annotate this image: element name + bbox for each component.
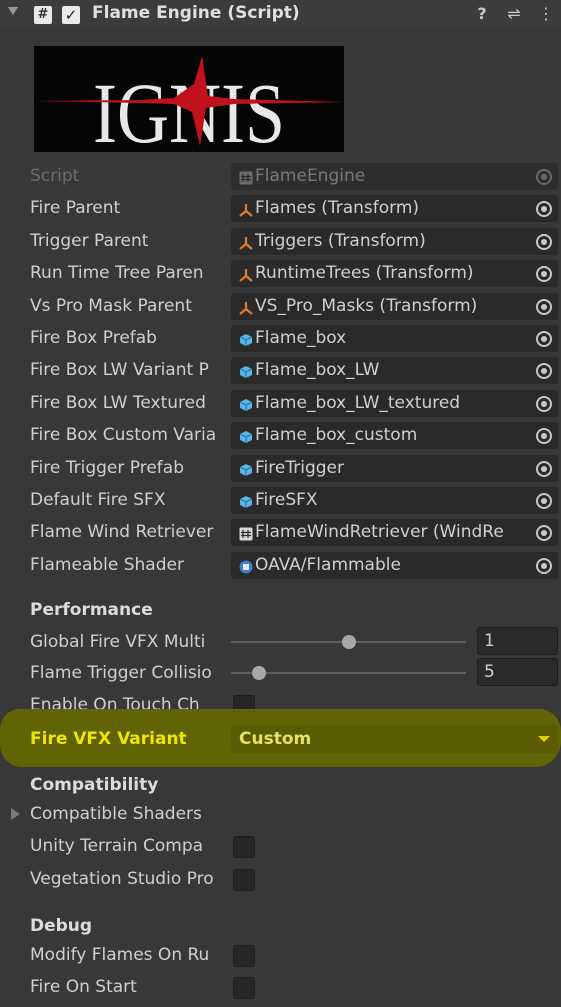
transform-icon (239, 202, 253, 217)
unity-terrain-label: Unity Terrain Compa (30, 836, 204, 856)
compatible-shaders-foldout[interactable]: Compatible Shaders (30, 801, 229, 828)
object-picker-icon (530, 163, 558, 190)
unity-terrain-checkbox[interactable] (233, 836, 255, 858)
flame-trigger-collision-value[interactable]: 5 (477, 658, 558, 686)
property-label: Default Fire SFX (30, 490, 166, 510)
ignis-logo: IGNIS (34, 46, 344, 161)
prefab-icon (239, 397, 253, 411)
global-fire-vfx-label: Global Fire VFX Multi (30, 632, 206, 652)
object-field[interactable]: VS_Pro_Masks (Transform) (231, 293, 558, 320)
vegetation-studio-label: Vegetation Studio Pro (30, 869, 214, 889)
object-field-value: FlameEngine (255, 166, 366, 186)
fire-vfx-variant-value: Custom (239, 729, 312, 749)
fire-on-start-label: Fire On Start (30, 977, 137, 997)
object-picker-icon[interactable] (530, 228, 558, 255)
object-picker-icon[interactable] (530, 293, 558, 320)
object-field-value: FireSFX (255, 490, 318, 510)
preset-settings-icon[interactable]: ⇌ (505, 4, 523, 24)
object-field[interactable]: OAVA/Flammable (231, 552, 558, 579)
object-field[interactable]: Flame_box_custom (231, 422, 558, 449)
compatible-shaders-foldout-icon[interactable] (11, 808, 20, 820)
logo-graphic: IGNIS (34, 56, 344, 161)
property-label: Fire Box Prefab (30, 328, 157, 348)
object-field[interactable]: Triggers (Transform) (231, 228, 558, 255)
vegetation-studio-checkbox[interactable] (233, 869, 255, 891)
property-label: Script (30, 166, 80, 186)
object-field[interactable]: Flame_box_LW (231, 357, 558, 384)
foldout-arrow-icon[interactable] (8, 7, 18, 15)
object-picker-icon[interactable] (530, 260, 558, 287)
object-field[interactable]: Flames (Transform) (231, 195, 558, 222)
script-icon (239, 526, 253, 541)
transform-icon (239, 267, 253, 282)
object-picker-icon[interactable] (530, 519, 558, 546)
object-field: FlameEngine (231, 163, 558, 190)
property-label: Flame Wind Retriever (30, 522, 214, 542)
transform-icon (239, 235, 253, 250)
compatibility-header: Compatibility (30, 775, 159, 795)
object-field-value: Flame_box (255, 328, 347, 348)
object-field[interactable]: Flame_box (231, 325, 558, 352)
prefab-icon (239, 462, 253, 476)
fire-vfx-variant-dropdown[interactable]: Custom (231, 725, 558, 753)
object-field-value: OAVA/Flammable (255, 555, 401, 575)
object-field-value: VS_Pro_Masks (Transform) (255, 296, 478, 316)
flame-trigger-collision-label: Flame Trigger Collisio (30, 663, 212, 683)
enabled-checkbox[interactable]: ✓ (62, 6, 80, 24)
object-field-value: FlameWindRetriever (WindRe (255, 522, 504, 542)
object-field-value: Flame_box_LW (255, 360, 380, 380)
global-fire-vfx-slider-handle[interactable] (342, 635, 356, 649)
property-label: Fire Box LW Textured (30, 393, 206, 413)
flame-trigger-collision-slider-track[interactable] (231, 672, 466, 674)
object-picker-icon[interactable] (530, 357, 558, 384)
object-field[interactable]: FlameWindRetriever (WindRe (231, 519, 558, 546)
object-field-value: Triggers (Transform) (255, 231, 426, 251)
object-picker-icon[interactable] (530, 422, 558, 449)
flame-trigger-collision-slider-handle[interactable] (252, 666, 266, 680)
script-hash-icon: # (34, 6, 52, 24)
property-label: Fire Box LW Variant P (30, 360, 209, 380)
object-picker-icon[interactable] (530, 487, 558, 514)
prefab-icon (239, 429, 253, 443)
prefab-icon (239, 332, 253, 346)
modify-flames-label: Modify Flames On Ru (30, 945, 210, 965)
object-picker-icon[interactable] (530, 195, 558, 222)
prefab-icon (239, 494, 253, 508)
object-field-value: Flame_box_custom (255, 425, 418, 445)
fire-on-start-checkbox[interactable] (233, 977, 255, 999)
object-picker-icon[interactable] (530, 455, 558, 482)
property-label: Fire Box Custom Varia (30, 425, 217, 445)
shader-icon (239, 559, 253, 574)
global-fire-vfx-value[interactable]: 1 (477, 627, 558, 655)
object-picker-icon[interactable] (530, 552, 558, 579)
property-label: Fire Trigger Prefab (30, 458, 184, 478)
object-field-value: Flame_box_LW_textured (255, 393, 461, 413)
help-icon[interactable]: ? (473, 4, 491, 24)
object-field-value: RuntimeTrees (Transform) (255, 263, 474, 283)
script-icon (239, 170, 253, 185)
object-field-value: Flames (Transform) (255, 198, 420, 218)
debug-header: Debug (30, 916, 93, 936)
object-picker-icon[interactable] (530, 325, 558, 352)
object-field-value: FireTrigger (255, 458, 344, 478)
component-header: # ✓ Flame Engine (Script) ? ⇌ ⋮ (0, 0, 561, 28)
performance-header: Performance (30, 600, 153, 620)
transform-icon (239, 300, 253, 315)
object-field[interactable]: FireSFX (231, 487, 558, 514)
component-title: Flame Engine (Script) (92, 3, 300, 23)
object-field[interactable]: Flame_box_LW_textured (231, 390, 558, 417)
object-field[interactable]: RuntimeTrees (Transform) (231, 260, 558, 287)
fire-vfx-variant-label: Fire VFX Variant (30, 729, 187, 749)
context-menu-icon[interactable]: ⋮ (537, 4, 555, 24)
dropdown-arrow-icon (538, 736, 550, 742)
property-label: Flameable Shader (30, 555, 184, 575)
property-label: Vs Pro Mask Parent (30, 296, 192, 316)
prefab-icon (239, 364, 253, 378)
property-label: Trigger Parent (30, 231, 149, 251)
modify-flames-checkbox[interactable] (233, 945, 255, 967)
object-field[interactable]: FireTrigger (231, 455, 558, 482)
property-label: Run Time Tree Paren (30, 263, 204, 283)
object-picker-icon[interactable] (530, 390, 558, 417)
property-label: Fire Parent (30, 198, 121, 218)
